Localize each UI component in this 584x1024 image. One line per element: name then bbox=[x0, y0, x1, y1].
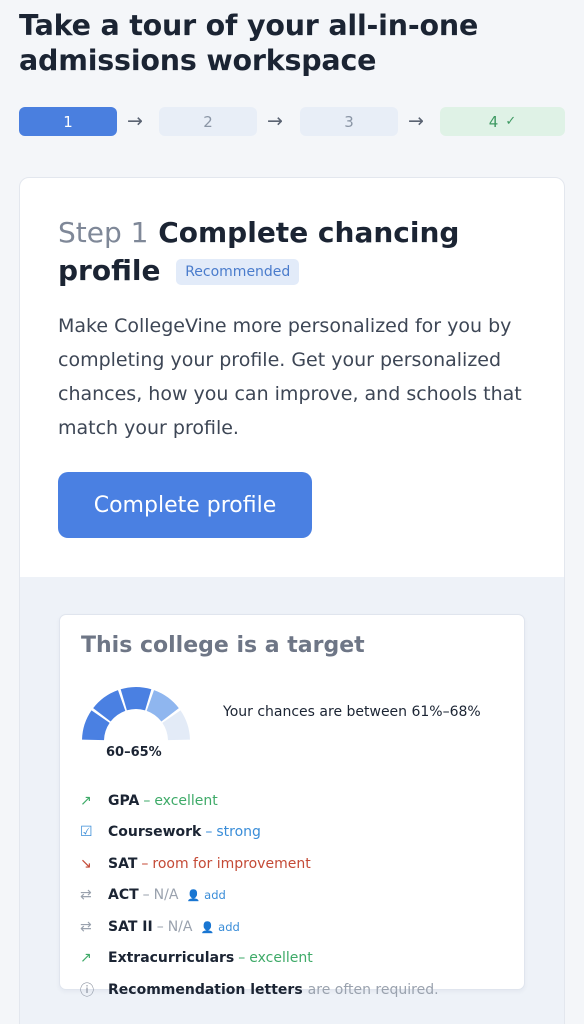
step-3-label: 3 bbox=[344, 112, 354, 131]
arrow-icon: → bbox=[127, 110, 143, 132]
factor-gpa: ↗ GPA – excellent bbox=[80, 785, 510, 817]
factor-note: are often required. bbox=[307, 981, 439, 998]
factor-rating: excellent bbox=[154, 792, 218, 809]
factor-name: Extracurriculars bbox=[108, 950, 235, 967]
chances-preview-area: This college is a target Your chances ar… bbox=[20, 577, 564, 1024]
step-description: Make CollegeVine more personalized for y… bbox=[58, 315, 522, 439]
factor-dash: – bbox=[143, 792, 151, 809]
add-act-link[interactable]: 👤 add bbox=[186, 888, 225, 902]
swap-icon: ⇄ bbox=[80, 918, 92, 935]
step-heading: Step 1 Complete chancing profile Recomme… bbox=[58, 214, 538, 290]
swap-icon: ⇄ bbox=[80, 887, 92, 904]
gauge-label: 60–65% bbox=[106, 745, 162, 760]
factor-name: Coursework bbox=[108, 824, 202, 841]
factor-sat2: ⇄ SAT II – N/A 👤 add bbox=[80, 911, 510, 943]
gauge-segments bbox=[82, 687, 190, 741]
factor-name: GPA bbox=[108, 792, 140, 809]
gauge-segment bbox=[120, 687, 152, 711]
factor-extracurriculars: ↗ Extracurriculars – excellent bbox=[80, 943, 510, 975]
trend-up-icon: ↗ bbox=[80, 950, 92, 967]
factor-sat: ↘ SAT – room for improvement bbox=[80, 848, 510, 880]
factor-rating: N/A bbox=[167, 918, 193, 935]
step-1-label: 1 bbox=[63, 112, 73, 131]
step-4-pill[interactable]: 4 ✓ bbox=[440, 107, 565, 136]
person-icon: 👤 bbox=[186, 889, 201, 903]
trend-up-icon: ↗ bbox=[80, 792, 92, 809]
factor-list: ↗ GPA – excellent ☑ Coursework – strong … bbox=[80, 785, 510, 1006]
arrow-icon: → bbox=[267, 110, 283, 132]
factor-recommendations: ⓘ Recommendation letters are often requi… bbox=[80, 974, 510, 1006]
factor-dash: – bbox=[142, 887, 150, 904]
factor-rating: room for improvement bbox=[152, 855, 311, 872]
step-3-pill[interactable]: 3 bbox=[300, 107, 398, 136]
factor-dash: – bbox=[141, 855, 149, 872]
factor-coursework: ☑ Coursework – strong bbox=[80, 817, 510, 849]
chances-preview-card: This college is a target Your chances ar… bbox=[59, 614, 525, 999]
step-card: Step 1 Complete chancing profile Recomme… bbox=[19, 177, 565, 1024]
check-icon: ✓ bbox=[505, 114, 517, 129]
factor-name: Recommendation letters bbox=[108, 981, 303, 998]
complete-profile-button[interactable]: Complete profile bbox=[58, 472, 312, 538]
preview-title: This college is a target bbox=[81, 633, 365, 658]
trend-down-icon: ↘ bbox=[80, 855, 92, 872]
factor-act: ⇄ ACT – N/A 👤 add bbox=[80, 880, 510, 912]
tour-stepper: 1 → 2 → 3 → 4 ✓ bbox=[19, 107, 565, 137]
arrow-icon: → bbox=[408, 110, 424, 132]
checkbox-icon: ☑ bbox=[80, 824, 93, 841]
chance-gauge bbox=[82, 687, 190, 741]
step-4-label: 4 bbox=[488, 112, 499, 131]
chances-range-text: Your chances are between 61%–68% bbox=[223, 704, 481, 720]
factor-rating: strong bbox=[216, 824, 261, 841]
factor-name: SAT II bbox=[108, 918, 153, 935]
add-sat2-link[interactable]: 👤 add bbox=[200, 920, 239, 934]
page-title: Take a tour of your all-in-one admission… bbox=[19, 9, 479, 77]
factor-dash: – bbox=[156, 918, 164, 935]
recommended-badge: Recommended bbox=[176, 259, 300, 285]
add-label: add bbox=[218, 919, 240, 934]
step-1-pill[interactable]: 1 bbox=[19, 107, 117, 136]
add-label: add bbox=[204, 888, 226, 903]
factor-dash: – bbox=[205, 824, 213, 841]
factor-dash: – bbox=[238, 950, 246, 967]
step-2-pill[interactable]: 2 bbox=[159, 107, 257, 136]
factor-rating: N/A bbox=[153, 887, 179, 904]
step-2-label: 2 bbox=[203, 112, 213, 131]
factor-name: ACT bbox=[108, 887, 139, 904]
factor-rating: excellent bbox=[249, 950, 313, 967]
step-number: Step 1 bbox=[58, 216, 149, 249]
info-icon: ⓘ bbox=[80, 982, 94, 999]
person-icon: 👤 bbox=[200, 920, 215, 934]
factor-name: SAT bbox=[108, 855, 138, 872]
